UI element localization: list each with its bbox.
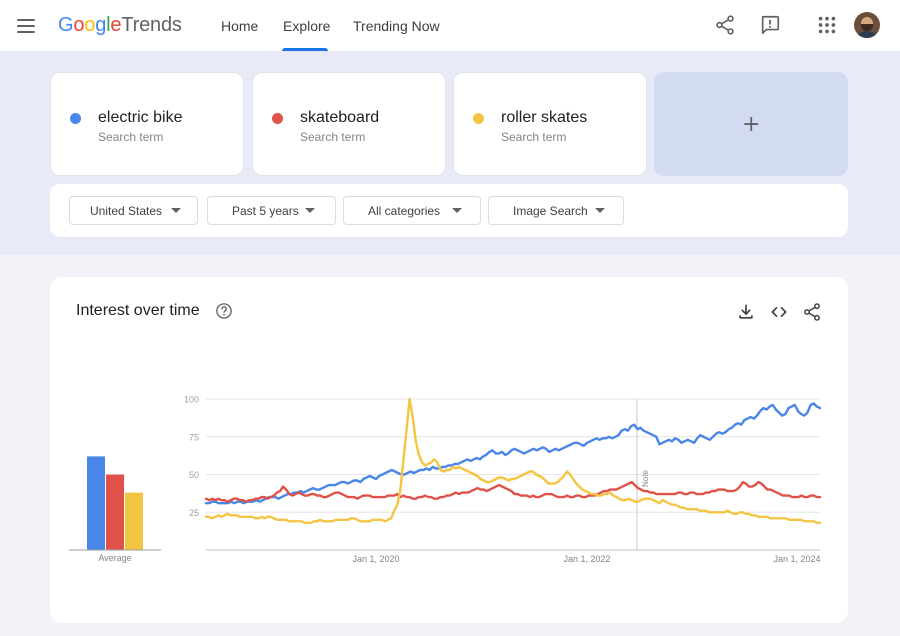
y-tick-label: 75 bbox=[189, 432, 199, 442]
average-bar-skateboard bbox=[106, 474, 124, 550]
note-marker-label: Note bbox=[641, 470, 650, 487]
series-line-electric-bike bbox=[204, 402, 822, 505]
x-tick-label: Jan 1, 2022 bbox=[563, 554, 610, 564]
y-tick-label: 50 bbox=[189, 470, 199, 480]
y-tick-label: 25 bbox=[189, 508, 199, 518]
average-label: Average bbox=[98, 553, 132, 563]
average-bar-electric-bike bbox=[87, 456, 105, 550]
series-line-roller-skates bbox=[204, 397, 822, 524]
average-bar-roller-skates bbox=[125, 492, 143, 550]
x-tick-label: Jan 1, 2024 bbox=[773, 554, 820, 564]
y-tick-label: 100 bbox=[184, 395, 199, 405]
interest-over-time-chart: 25 50 75 100 Jan 1, 2020 Jan 1, 2022 Jan 1, 20… bbox=[69, 395, 822, 564]
series-line-skateboard bbox=[204, 480, 822, 503]
x-tick-label: Jan 1, 2020 bbox=[352, 554, 399, 564]
